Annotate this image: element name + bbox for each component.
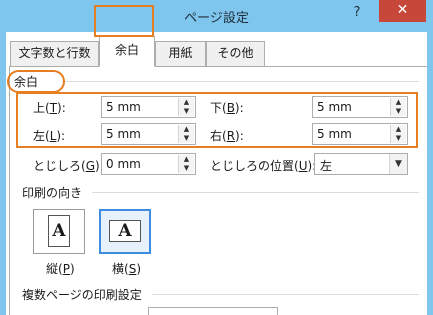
- tab-characters-and-lines[interactable]: 文字数と行数: [10, 41, 99, 66]
- multiple-pages-divider: [152, 294, 419, 295]
- highlight-margin-fields: [16, 92, 418, 148]
- close-button[interactable]: ✕: [379, 0, 426, 22]
- landscape-button[interactable]: A: [99, 209, 151, 254]
- highlight-tab-margins: [94, 5, 154, 37]
- portrait-label: 縦(P): [46, 262, 75, 276]
- portrait-page-icon: A: [48, 215, 70, 247]
- gutter-position-value: 左: [320, 159, 333, 173]
- multiple-pages-select[interactable]: [148, 307, 278, 315]
- help-button[interactable]: ?: [344, 2, 370, 24]
- title-bar[interactable]: ページ設定 ? ✕: [0, 0, 433, 32]
- gutter-label: とじしろ(G):: [33, 159, 104, 173]
- gutter-spinner[interactable]: 0 mm ▲ ▼: [101, 153, 196, 175]
- tab-paper[interactable]: 用紙: [155, 41, 206, 66]
- gutter-value[interactable]: 0 mm: [106, 157, 141, 171]
- orientation-section-label: 印刷の向き: [22, 186, 83, 200]
- orientation-section-divider: [92, 192, 419, 193]
- portrait-button[interactable]: A: [33, 209, 85, 254]
- highlight-margins-label: [7, 70, 65, 93]
- chevron-down-icon[interactable]: ▼: [389, 154, 407, 174]
- tab-margins[interactable]: 余白: [99, 36, 155, 67]
- page-setup-dialog: ページ設定 ? ✕ 文字数と行数 余白 用紙 その他 余白 上(T): 5 mm…: [0, 0, 433, 315]
- multiple-pages-section-label: 複数ページの印刷設定: [22, 288, 142, 302]
- spin-down-icon[interactable]: ▼: [179, 164, 194, 173]
- margins-section-divider: [62, 81, 419, 82]
- gutter-position-select[interactable]: 左 ▼: [314, 153, 408, 175]
- gutter-position-label: とじしろの位置(U):: [210, 159, 317, 173]
- landscape-page-icon: A: [109, 220, 141, 242]
- tab-other[interactable]: その他: [206, 41, 265, 66]
- landscape-label: 横(S): [112, 262, 141, 276]
